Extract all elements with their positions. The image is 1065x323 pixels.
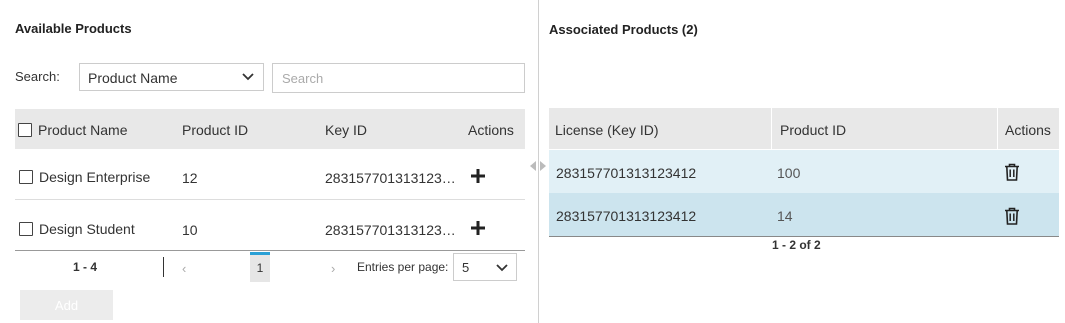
plus-icon[interactable] [470,168,486,184]
chevron-down-icon [496,264,508,272]
product-name-cell[interactable]: Design Enterprise [19,169,150,185]
col-license-key-id: License (Key ID) [555,122,659,138]
pager-next-button[interactable]: › [331,261,335,276]
pager-prev-button[interactable]: ‹ [182,261,186,276]
associated-table-header: License (Key ID) Product ID Actions [549,108,1059,149]
product-id-cell: 100 [777,165,801,181]
col-actions: Actions [468,122,514,138]
pager-range: 1 - 4 [73,260,98,274]
add-button[interactable]: Add [20,290,113,320]
table-row[interactable]: 283157701313123412 14 [549,193,1059,236]
select-all-checkbox[interactable] [18,123,32,137]
col-product-id: Product ID [780,122,847,138]
search-input[interactable] [272,63,525,93]
available-table-header: Product Name Product ID Key ID Actions [15,109,525,149]
splitter-arrows-icon[interactable] [528,158,548,174]
key-id-cell: 283157701313123… [325,222,456,238]
pager-separator [163,257,164,277]
col-actions: Actions [1005,122,1051,138]
associated-pager-range: 1 - 2 of 2 [772,238,821,252]
product-id-cell: 14 [777,208,793,224]
table-row: Design Student 10 283157701313123… [15,200,525,250]
column-divider [771,108,772,149]
table-row[interactable]: 283157701313123412 100 [549,150,1059,193]
table-row: Design Enterprise 12 283157701313123… [15,149,525,199]
license-cell: 283157701313123412 [556,208,697,224]
table-bottom-line [549,236,1059,237]
column-divider [997,108,998,149]
col-key-id: Key ID [325,122,368,138]
entries-per-page-value: 5 [462,260,470,275]
search-field-select[interactable]: Product Name [79,63,264,91]
associated-products-title: Associated Products (2) [549,22,698,37]
search-label: Search: [15,69,60,84]
chevron-down-icon [242,73,254,81]
key-id-cell: 283157701313123… [325,170,456,186]
entries-per-page-label: Entries per page: [357,260,449,274]
row-checkbox[interactable] [19,170,33,184]
pager-page-current[interactable]: 1 [250,252,270,282]
row-checkbox[interactable] [19,222,33,236]
license-cell: 283157701313123412 [556,165,697,181]
trash-icon[interactable] [1004,207,1020,225]
product-name-cell[interactable]: Design Student [19,221,135,237]
select-all-header[interactable]: Product Name [18,109,127,149]
trash-icon[interactable] [1004,163,1020,181]
plus-icon[interactable] [470,220,486,236]
product-id-cell: 12 [182,170,198,186]
search-field-value: Product Name [88,70,178,86]
available-products-title: Available Products [15,21,132,36]
col-product-name: Product Name [38,122,128,138]
col-product-id: Product ID [182,122,249,138]
entries-per-page-select[interactable]: 5 [453,253,517,281]
table-bottom-line [15,250,525,251]
product-id-cell: 10 [182,222,198,238]
